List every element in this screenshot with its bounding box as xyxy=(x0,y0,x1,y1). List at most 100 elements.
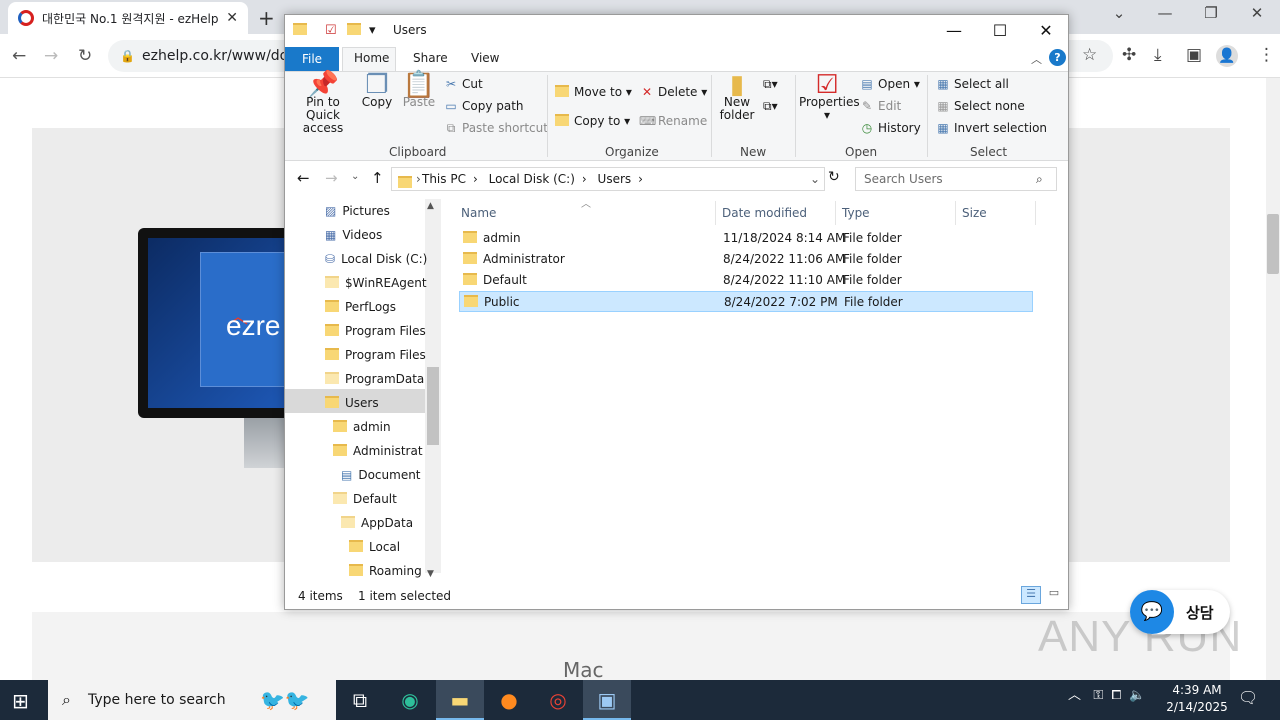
collapse-ribbon-icon[interactable]: ︿ xyxy=(1031,51,1042,67)
column-date-modified[interactable]: Date modified xyxy=(722,201,807,225)
column-separator[interactable] xyxy=(835,201,836,225)
nav-scroll-down-icon[interactable]: ▼ xyxy=(427,569,434,579)
close-icon[interactable]: ✕ xyxy=(1234,4,1280,22)
explorer-search-input[interactable]: Search Users ⌕ xyxy=(855,167,1057,191)
explorer-forward-icon[interactable]: → xyxy=(325,169,338,187)
rename-button[interactable]: ⌨ Rename xyxy=(639,114,707,128)
column-name[interactable]: Name xyxy=(461,201,496,225)
history-button[interactable]: ◷ History xyxy=(859,121,921,135)
refresh-icon[interactable]: ↻ xyxy=(828,169,840,185)
profile-avatar-icon[interactable]: 👤 xyxy=(1216,45,1238,67)
menu-kebab-icon[interactable]: ⋮ xyxy=(1258,45,1275,65)
nav-scroll-thumb[interactable] xyxy=(427,367,439,445)
tab-view[interactable]: View xyxy=(471,51,499,65)
nav-item[interactable]: Users xyxy=(325,391,379,415)
delete-button[interactable]: ✕ Delete ▾ xyxy=(639,85,707,99)
file-row[interactable]: Public 8/24/2022 7:02 PM File folder xyxy=(459,291,1033,312)
explorer-close-icon[interactable]: ✕ xyxy=(1023,21,1069,40)
select-all-button[interactable]: ▦ Select all xyxy=(935,77,1009,91)
column-separator[interactable] xyxy=(955,201,956,225)
nav-item[interactable]: PerfLogs xyxy=(325,295,396,319)
network-icon[interactable]: ⧠ xyxy=(1112,688,1122,703)
tab-share[interactable]: Share xyxy=(413,51,448,65)
nav-item[interactable]: ▨ Pictures xyxy=(325,199,390,223)
nav-item[interactable]: ⛁ Local Disk (C:) xyxy=(325,247,427,271)
chat-consult-label[interactable]: 상담 xyxy=(1186,602,1214,623)
explorer-back-icon[interactable]: ← xyxy=(297,169,310,187)
column-separator[interactable] xyxy=(1035,201,1036,225)
breadcrumb-local-disk[interactable]: Local Disk (C:) xyxy=(489,172,575,186)
nav-item[interactable]: ▦ Videos xyxy=(325,223,382,247)
nav-item[interactable]: Administrat xyxy=(333,439,423,463)
nav-item[interactable]: admin xyxy=(333,415,391,439)
paste-button[interactable]: 📋 Paste xyxy=(401,72,437,109)
nav-item[interactable]: ProgramData xyxy=(325,367,424,391)
nav-item[interactable]: Roaming xyxy=(349,559,422,583)
page-scroll-thumb[interactable] xyxy=(1267,214,1279,274)
up-folder-icon[interactable]: ↑ xyxy=(371,169,384,187)
file-row[interactable]: Default 8/24/2022 11:10 AM File folder xyxy=(459,270,1033,291)
recent-locations-icon[interactable]: ⌄ xyxy=(351,171,359,182)
paste-shortcut-button[interactable]: ⧉ Paste shortcut xyxy=(443,121,548,136)
nav-item[interactable]: Program Files xyxy=(325,343,426,367)
side-panel-icon[interactable]: ▣ xyxy=(1186,45,1202,65)
tab-home-label[interactable]: Home xyxy=(354,51,389,65)
file-row[interactable]: Administrator 8/24/2022 11:06 AM File fold… xyxy=(459,249,1033,270)
column-type[interactable]: Type xyxy=(842,201,870,225)
new-folder-quick-icon[interactable] xyxy=(347,23,367,38)
forward-arrow-icon[interactable]: → xyxy=(44,46,58,66)
copy-button[interactable]: ❐ Copy xyxy=(359,72,395,109)
reload-icon[interactable]: ↻ xyxy=(78,46,92,66)
select-none-button[interactable]: ▦ Select none xyxy=(935,99,1024,113)
edge-browser-icon[interactable]: ◉ xyxy=(386,680,434,720)
nav-item[interactable]: ▤ Document xyxy=(341,463,421,487)
chat-bubble-icon[interactable]: 💬 xyxy=(1130,590,1174,634)
start-windows-icon[interactable]: ⊞ xyxy=(12,689,29,713)
copy-to-button[interactable]: Copy to ▾ xyxy=(555,114,630,128)
new-folder-button[interactable]: ▮ New folder xyxy=(717,72,757,122)
tab-search-icon[interactable]: ⌄ xyxy=(1096,4,1142,22)
tray-app-icon[interactable]: ⚿ xyxy=(1093,688,1103,703)
bookmark-star-icon[interactable]: ☆ xyxy=(1082,45,1097,65)
details-view-icon[interactable]: ☰ xyxy=(1021,586,1041,604)
properties-button[interactable]: ☑ Properties ▾ xyxy=(799,72,860,122)
taskbar-search-box[interactable]: ⌕ Type here to search 🐦🐦 xyxy=(48,680,336,720)
large-icons-view-icon[interactable]: ▭ xyxy=(1045,586,1063,604)
nav-item[interactable]: Default xyxy=(333,487,397,511)
cut-button[interactable]: ✂ Cut xyxy=(443,77,483,91)
easy-access-icon[interactable]: ⧉▾ xyxy=(763,99,778,114)
invert-selection-button[interactable]: ▦ Invert selection xyxy=(935,121,1047,135)
tab-file[interactable]: File xyxy=(285,47,339,71)
download-icon[interactable]: ⤓ xyxy=(1154,45,1162,65)
file-row[interactable]: admin 11/18/2024 8:14 AM File folder xyxy=(459,228,1033,249)
new-tab-button[interactable]: + xyxy=(258,6,275,30)
volume-icon[interactable]: 🔈 xyxy=(1129,688,1145,703)
customize-qat-icon[interactable]: ▾ xyxy=(369,23,376,38)
breadcrumb-this-pc[interactable]: This PC xyxy=(422,172,466,186)
taskbar-clock[interactable]: 4:39 AM 2/14/2025 xyxy=(1162,682,1232,716)
page-scrollbar[interactable] xyxy=(1266,78,1280,680)
breadcrumb-users[interactable]: Users xyxy=(598,172,632,186)
minimize-icon[interactable]: — xyxy=(1142,4,1188,22)
column-separator[interactable] xyxy=(715,201,716,225)
explorer-minimize-icon[interactable]: — xyxy=(931,21,977,40)
nav-item[interactable]: Program Files xyxy=(325,319,426,343)
file-explorer-taskbar-icon[interactable]: ▬ xyxy=(436,680,484,720)
explorer-maximize-icon[interactable]: ☐ xyxy=(977,21,1023,40)
properties-quick-icon[interactable]: ☑ xyxy=(325,23,337,38)
address-dropdown-icon[interactable]: ⌄ xyxy=(810,168,820,190)
task-view-icon[interactable]: ⧉ xyxy=(336,680,384,720)
nav-item[interactable]: AppData xyxy=(341,511,413,535)
restore-icon[interactable]: ❐ xyxy=(1188,4,1234,22)
help-icon[interactable]: ? xyxy=(1049,49,1066,66)
browser-tab[interactable]: 대한민국 No.1 원격지원 - ezHelp ✕ xyxy=(8,2,248,34)
column-size[interactable]: Size xyxy=(962,201,987,225)
remote-app-icon[interactable]: ▣ xyxy=(583,680,631,720)
open-button[interactable]: ▤ Open ▾ xyxy=(859,77,920,91)
pin-quick-access-button[interactable]: 📌 Pin to Quick access xyxy=(289,72,357,135)
move-to-button[interactable]: Move to ▾ xyxy=(555,85,632,99)
extensions-icon[interactable]: ✣ xyxy=(1122,45,1136,65)
copy-path-button[interactable]: ▭ Copy path xyxy=(443,99,523,113)
explorer-address-bar[interactable]: › This PC › Local Disk (C:) › Users › ⌄ xyxy=(391,167,825,191)
nav-item[interactable]: $WinREAgent xyxy=(325,271,427,295)
